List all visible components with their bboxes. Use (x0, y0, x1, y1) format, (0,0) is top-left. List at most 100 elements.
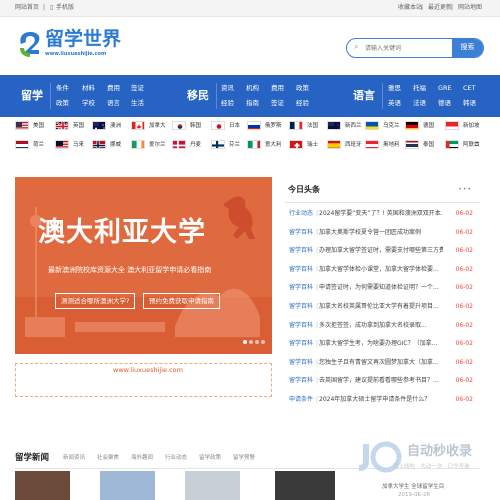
us-flag-icon[interactable] (15, 121, 29, 130)
headline-text[interactable]: 申请签证时，为何需要知道体检证明？一个... (319, 282, 443, 294)
sg-flag-icon[interactable] (445, 121, 459, 130)
headline-row[interactable]: 留学百科 | 去英国留学，建议提前看看哪些参考书目？... 06-02 (289, 375, 477, 387)
nav-immigrate-link[interactable]: 政策 (296, 84, 309, 92)
headline-text[interactable]: 加拿大留学体检小课堂，加拿大留学体检要... (319, 264, 443, 276)
nav-study-link[interactable]: 费用 (107, 84, 120, 92)
jp-flag-icon[interactable] (211, 121, 225, 130)
headline-row[interactable]: 留学百科 | 加拿大留学生考，为啥要办理GIC？（加拿... 06-02 (289, 338, 477, 350)
country-link[interactable]: 奥地利 (383, 141, 400, 149)
ad-text[interactable]: www.liuxueshijie.com (113, 366, 183, 374)
nav-language-link[interactable]: 雅思 (388, 84, 401, 92)
country-link[interactable]: 新西兰 (345, 122, 362, 130)
carousel-dot[interactable] (243, 340, 247, 344)
headline-category[interactable]: 留学百科 (289, 303, 313, 310)
nav-language-link[interactable]: 法语 (413, 99, 426, 107)
section-tab[interactable]: 社会聚焦 (97, 453, 119, 461)
nav-immigrate-link[interactable]: 费用 (271, 84, 284, 92)
headline-category[interactable]: 留学百科 (289, 229, 313, 236)
headline-text[interactable]: 加拿大名校英属哥伦比亚大学有着提升项目... (319, 301, 443, 313)
nav-language-link[interactable]: 托福 (413, 84, 426, 92)
nav-language-title[interactable]: 语言 (346, 75, 382, 117)
headline-text[interactable]: 办理加拿大留学签证时，需要支付哪些第三方费... (319, 245, 443, 257)
sitemap-link[interactable]: 网站地图 (458, 4, 482, 12)
headline-category[interactable]: 留学百科 (289, 359, 313, 366)
country-link[interactable]: 爱尔兰 (149, 141, 166, 149)
country-link[interactable]: 芬兰 (229, 141, 240, 149)
nav-language-link[interactable]: GRE (438, 84, 452, 92)
country-link[interactable]: 乌克兰 (383, 122, 400, 130)
at-flag-icon[interactable] (365, 140, 379, 149)
headline-row[interactable]: 留学百科 | 多次拒签签，成功拿到加拿大名校录取... 06-02 (289, 320, 477, 332)
headline-text[interactable]: 去英国留学，建议提前看看哪些参考书目？... (319, 375, 443, 387)
headline-text[interactable]: 2024留学要“变天”了？! 英国和澳洲双双开本... (319, 208, 443, 220)
search-button[interactable]: 搜索 (452, 39, 483, 57)
country-link[interactable]: 日本 (229, 122, 240, 130)
nav-immigrate-link[interactable]: 指南 (246, 99, 259, 107)
headline-category[interactable]: 行业动态 (289, 210, 313, 217)
nav-study-link[interactable]: 政策 (56, 99, 69, 107)
nav-study-title[interactable]: 留学 (14, 75, 50, 117)
news-thumbnail[interactable] (185, 471, 240, 500)
hero-banner[interactable]: 澳大利亚大学 最新澳洲院校库资源大全 澳大利亚留学申请必看指南 测测适合哪所澳洲… (15, 177, 272, 354)
nav-immigrate-title[interactable]: 移民 (180, 75, 216, 117)
headline-category[interactable]: 留学百科 (289, 266, 313, 273)
ch-flag-icon[interactable] (289, 140, 303, 149)
country-link[interactable]: 西班牙 (345, 141, 362, 149)
carousel-dot[interactable] (255, 340, 259, 344)
ca-flag-icon[interactable] (131, 121, 145, 130)
country-link[interactable]: 加拿大 (149, 122, 166, 130)
section-tab[interactable]: 留学政策 (199, 453, 221, 461)
nl-flag-icon[interactable] (15, 140, 29, 149)
headline-text[interactable]: 多次拒签签，成功拿到加拿大名校录取... (319, 320, 443, 332)
favorite-link[interactable]: 收藏本站 (398, 4, 422, 12)
country-link[interactable]: 新加坡 (463, 122, 480, 130)
logo-icon[interactable] (17, 30, 43, 58)
headline-category[interactable]: 留学百科 (289, 322, 313, 329)
de-flag-icon[interactable] (405, 121, 419, 130)
mobile-link[interactable]: 手机版 (56, 4, 74, 12)
section-tab[interactable]: 行业动态 (165, 453, 187, 461)
nav-language-link[interactable]: CET (463, 84, 476, 92)
news-thumbnail[interactable] (275, 471, 335, 500)
country-link[interactable]: 美国 (33, 122, 44, 130)
headline-text[interactable]: 2024年加拿大硕士留学申请条件是什么？ (319, 394, 443, 406)
hero-quiz-button[interactable]: 测测适合哪所澳洲大学? (55, 293, 136, 309)
country-link[interactable]: 德国 (423, 122, 434, 130)
nz-flag-icon[interactable] (327, 121, 341, 130)
headline-row[interactable]: 留学百科 | 加拿大奥斯学校夏令营一团匠成功案例 06-02 (289, 227, 477, 239)
headline-text[interactable]: 您独生子且有青留文再次圆梦加拿大（加拿... (319, 357, 443, 369)
carousel-dot[interactable] (261, 340, 265, 344)
ie-flag-icon[interactable] (131, 140, 145, 149)
nav-immigrate-link[interactable]: 经验 (221, 99, 234, 107)
country-link[interactable]: 澳洲 (110, 122, 121, 130)
side-card-text[interactable]: 加拿大学生 全球留学生目 (382, 482, 444, 490)
headline-row[interactable]: 留学百科 | 加拿大留学体检小课堂，加拿大留学体检要... 06-02 (289, 264, 477, 276)
country-link[interactable]: 马来 (73, 141, 84, 149)
headline-category[interactable]: 申请条件 (289, 396, 313, 403)
news-thumbnail[interactable] (15, 471, 70, 500)
headline-row[interactable]: 申请条件 | 2024年加拿大硕士留学申请条件是什么？ 06-02 (289, 394, 477, 406)
headline-category[interactable]: 留学百科 (289, 284, 313, 291)
dk-flag-icon[interactable] (172, 140, 186, 149)
ua-flag-icon[interactable] (365, 121, 379, 130)
nav-language-link[interactable]: 韩语 (463, 99, 476, 107)
headline-category[interactable]: 留学百科 (289, 247, 313, 254)
ad-box[interactable]: www.liuxueshijie.com (15, 363, 272, 397)
my-flag-icon[interactable] (55, 140, 69, 149)
country-link[interactable]: 挪威 (110, 141, 121, 149)
fr-flag-icon[interactable] (289, 121, 303, 130)
headline-text[interactable]: 加拿大奥斯学校夏令营一团匠成功案例 (319, 227, 443, 239)
headline-row[interactable]: 留学百科 | 申请签证时，为何需要知道体检证明？一个... 06-02 (289, 282, 477, 294)
it-flag-icon[interactable] (247, 140, 261, 149)
headline-row[interactable]: 行业动态 | 2024留学要“变天”了？! 英国和澳洲双双开本... 06-02 (289, 208, 477, 220)
headline-row[interactable]: 留学百科 | 加拿大名校英属哥伦比亚大学有着提升项目... 06-02 (289, 301, 477, 313)
nav-study-link[interactable]: 生活 (131, 99, 144, 107)
nav-study-link[interactable]: 学校 (82, 99, 95, 107)
latest-link[interactable]: 最近更新 (428, 4, 452, 12)
section-tab[interactable]: 新闻资讯 (63, 453, 85, 461)
nav-study-link[interactable]: 条件 (56, 84, 69, 92)
es-flag-icon[interactable] (327, 140, 341, 149)
nav-immigrate-link[interactable]: 经验 (296, 99, 309, 107)
ae-flag-icon[interactable] (445, 140, 459, 149)
country-link[interactable]: 丹麦 (190, 141, 201, 149)
